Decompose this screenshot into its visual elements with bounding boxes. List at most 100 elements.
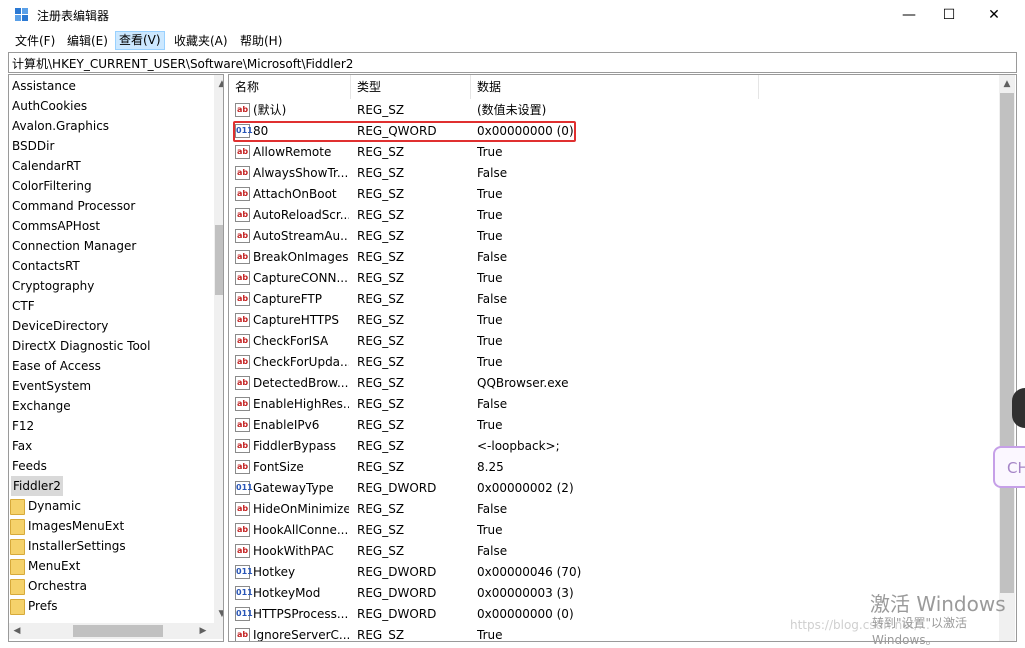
tree-item[interactable]: ContactsRT xyxy=(12,256,80,276)
tree-child-item[interactable]: InstallerSettings xyxy=(10,536,126,556)
table-row[interactable]: ab CaptureHTTPS REG_SZ True xyxy=(229,310,999,331)
table-row[interactable]: 011 Hotkey REG_DWORD 0x00000046 (70) xyxy=(229,562,999,583)
tree-child-item[interactable]: MenuExt xyxy=(10,556,80,576)
table-row[interactable]: ab BreakOnImages REG_SZ False xyxy=(229,247,999,268)
close-button[interactable]: ✕ xyxy=(971,0,1017,30)
value-name: GatewayType xyxy=(253,481,334,495)
table-row[interactable]: ab AlwaysShowTr... REG_SZ False xyxy=(229,163,999,184)
tree-scroll-thumb[interactable] xyxy=(215,225,223,295)
table-row[interactable]: ab AllowRemote REG_SZ True xyxy=(229,142,999,163)
tree-item[interactable]: AuthCookies xyxy=(12,96,87,116)
list-vertical-scrollbar[interactable]: ▲ xyxy=(999,75,1015,641)
value-data: True xyxy=(477,418,503,432)
table-row[interactable]: ab CheckForISA REG_SZ True xyxy=(229,331,999,352)
values-list[interactable]: 名称 类型 数据 ab (默认) REG_SZ (数值未设置) 011 80 REG_QWO… xyxy=(228,74,1017,642)
table-row[interactable]: ab EnableHighRes... REG_SZ False xyxy=(229,394,999,415)
maximize-button[interactable]: ☐ xyxy=(926,0,972,30)
value-name: BreakOnImages xyxy=(253,250,349,264)
table-row[interactable]: ab CaptureCONN... REG_SZ True xyxy=(229,268,999,289)
key-tree[interactable]: Assistance AuthCookies Avalon.Graphics B… xyxy=(8,74,224,642)
tree-child-item[interactable]: Prefs xyxy=(10,596,58,616)
menu-file[interactable]: 文件(F) xyxy=(12,32,58,50)
tree-item[interactable]: Exchange xyxy=(12,396,71,416)
tree-child-item[interactable]: ImagesMenuExt xyxy=(10,516,124,536)
value-data: True xyxy=(477,229,503,243)
table-row[interactable]: ab FontSize REG_SZ 8.25 xyxy=(229,457,999,478)
scroll-right-arrow-icon[interactable]: ▶ xyxy=(195,623,211,639)
table-row[interactable]: ab AttachOnBoot REG_SZ True xyxy=(229,184,999,205)
ime-badge[interactable]: CH xyxy=(993,446,1025,488)
value-name: HideOnMinimize xyxy=(253,502,349,516)
table-row[interactable]: ab AutoStreamAu... REG_SZ True xyxy=(229,226,999,247)
table-row[interactable]: ab FiddlerBypass REG_SZ <-loopback>; xyxy=(229,436,999,457)
tree-item[interactable]: CommsAPHost xyxy=(12,216,100,236)
tree-hscroll-thumb[interactable] xyxy=(73,625,163,637)
string-value-icon: ab xyxy=(235,229,250,243)
tree-item[interactable]: DirectX Diagnostic Tool xyxy=(12,336,150,356)
tree-item[interactable]: CalendarRT xyxy=(12,156,81,176)
value-data: True xyxy=(477,355,503,369)
binary-value-icon: 011 xyxy=(235,586,253,600)
tree-item[interactable]: BSDDir xyxy=(12,136,54,156)
menu-help[interactable]: 帮助(H) xyxy=(237,32,285,50)
folder-icon xyxy=(10,539,25,555)
value-name: AllowRemote xyxy=(253,145,332,159)
tree-child-item[interactable]: Orchestra xyxy=(10,576,87,596)
tree-child-item[interactable]: Dynamic xyxy=(10,496,81,516)
table-row[interactable]: ab CheckForUpda... REG_SZ True xyxy=(229,352,999,373)
scroll-left-arrow-icon[interactable]: ◀ xyxy=(9,623,25,639)
tree-item[interactable]: F12 xyxy=(12,416,34,436)
table-row[interactable]: ab DetectedBrow... REG_SZ QQBrowser.exe xyxy=(229,373,999,394)
menu-favorites[interactable]: 收藏夹(A) xyxy=(171,32,231,50)
list-scroll-thumb[interactable] xyxy=(1000,93,1014,593)
tree-item[interactable]: Fax xyxy=(12,436,32,456)
menu-edit[interactable]: 编辑(E) xyxy=(64,32,111,50)
tree-child-label: Prefs xyxy=(28,599,58,613)
table-row[interactable]: 011 GatewayType REG_DWORD 0x00000002 (2) xyxy=(229,478,999,499)
address-bar[interactable]: 计算机\HKEY_CURRENT_USER\Software\Microsoft… xyxy=(8,52,1017,73)
column-header-name[interactable]: 名称 xyxy=(229,75,351,99)
value-data: True xyxy=(477,628,503,642)
tree-item[interactable]: Feeds xyxy=(12,456,47,476)
tree-item[interactable]: DeviceDirectory xyxy=(12,316,108,336)
table-row[interactable]: ab (默认) REG_SZ (数值未设置) xyxy=(229,100,999,121)
value-name: Hotkey xyxy=(253,565,296,579)
value-type: REG_SZ xyxy=(357,397,405,411)
tree-item[interactable]: Ease of Access xyxy=(12,356,101,376)
scroll-down-arrow-icon[interactable]: ▼ xyxy=(214,606,223,622)
table-row[interactable]: ab HookAllConne... REG_SZ True xyxy=(229,520,999,541)
table-row[interactable]: ab EnableIPv6 REG_SZ True xyxy=(229,415,999,436)
tree-item[interactable]: Avalon.Graphics xyxy=(12,116,109,136)
column-header-data[interactable]: 数据 xyxy=(471,75,759,99)
tree-vertical-scrollbar[interactable]: ▲ ▼ xyxy=(214,75,223,623)
value-type: REG_SZ xyxy=(357,628,405,642)
floating-widget[interactable] xyxy=(1012,388,1025,428)
tree-item[interactable]: EventSystem xyxy=(12,376,91,396)
value-data: True xyxy=(477,187,503,201)
tree-item[interactable]: Command Processor xyxy=(12,196,135,216)
tree-item[interactable]: Connection Manager xyxy=(12,236,136,256)
column-header-type[interactable]: 类型 xyxy=(351,75,471,99)
tree-horizontal-scrollbar[interactable]: ◀ ▶ xyxy=(9,623,223,639)
value-name: FontSize xyxy=(253,460,304,474)
table-row[interactable]: ab HideOnMinimize REG_SZ False xyxy=(229,499,999,520)
tree-item[interactable]: ColorFiltering xyxy=(12,176,92,196)
value-type: REG_SZ xyxy=(357,313,405,327)
value-name: HotkeyMod xyxy=(253,586,321,600)
table-row[interactable]: ab AutoReloadScr... REG_SZ True xyxy=(229,205,999,226)
tree-item-fiddler2-selected[interactable]: Fiddler2 xyxy=(11,476,63,496)
string-value-icon: ab xyxy=(235,313,250,327)
value-type: REG_SZ xyxy=(357,187,405,201)
activation-watermark-subtitle: 转到"设置"以激活 Windows。 xyxy=(872,616,968,647)
tree-child-label: Dynamic xyxy=(28,499,81,513)
tree-item[interactable]: CTF xyxy=(12,296,35,316)
tree-item[interactable]: Cryptography xyxy=(12,276,94,296)
tree-item[interactable]: Assistance xyxy=(12,76,76,96)
value-type: REG_DWORD xyxy=(357,607,437,621)
table-row[interactable]: ab HookWithPAC REG_SZ False xyxy=(229,541,999,562)
menu-view[interactable]: 查看(V) xyxy=(115,31,165,50)
scroll-up-arrow-icon[interactable]: ▲ xyxy=(999,76,1015,92)
tree-child-label: Orchestra xyxy=(28,579,87,593)
scroll-up-arrow-icon[interactable]: ▲ xyxy=(214,76,223,92)
table-row[interactable]: ab CaptureFTP REG_SZ False xyxy=(229,289,999,310)
